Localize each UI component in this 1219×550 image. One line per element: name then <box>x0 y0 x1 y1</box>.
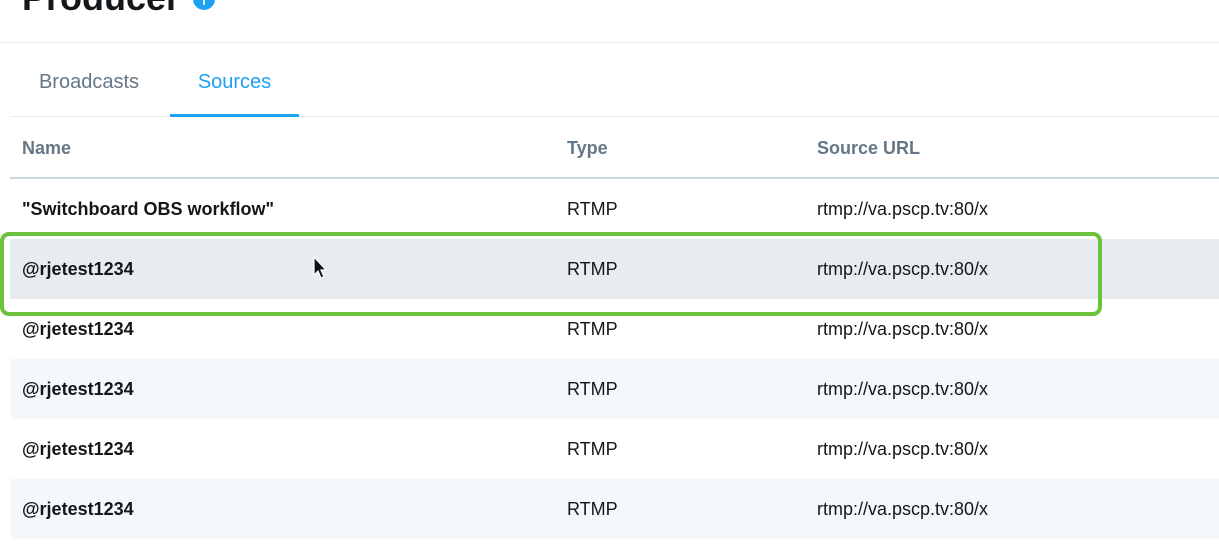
info-icon[interactable]: i <box>193 0 215 10</box>
table-body: "Switchboard OBS workflow" RTMP rtmp://v… <box>10 179 1219 539</box>
table-row[interactable]: "Switchboard OBS workflow" RTMP rtmp://v… <box>10 179 1219 239</box>
source-type: RTMP <box>567 259 618 279</box>
source-url: rtmp://va.pscp.tv:80/x <box>817 499 989 519</box>
source-type: RTMP <box>567 199 618 219</box>
source-name: @rjetest1234 <box>22 439 134 459</box>
source-name: @rjetest1234 <box>22 499 134 519</box>
table-row[interactable]: @rjetest1234 RTMP rtmp://va.pscp.tv:80/x <box>10 239 1219 299</box>
source-type: RTMP <box>567 319 618 339</box>
mouse-cursor-icon <box>313 256 327 279</box>
source-url: rtmp://va.pscp.tv:80/x <box>817 379 989 399</box>
source-name: @rjetest1234 <box>22 319 134 339</box>
source-url: rtmp://va.pscp.tv:80/x <box>817 199 989 219</box>
source-name: "Switchboard OBS workflow" <box>22 199 275 219</box>
source-name: @rjetest1234 <box>22 259 134 279</box>
source-type: RTMP <box>567 439 618 459</box>
table-header: Name Type Source URL <box>10 117 1219 179</box>
column-header-type[interactable]: Type <box>567 117 608 179</box>
source-type: RTMP <box>567 379 618 399</box>
tab-broadcasts[interactable]: Broadcasts <box>10 43 168 116</box>
table-row[interactable]: @rjetest1234 RTMP rtmp://va.pscp.tv:80/x <box>10 299 1219 359</box>
column-header-source-url[interactable]: Source URL <box>817 117 920 179</box>
sources-table: Name Type Source URL "Switchboard OBS wo… <box>10 117 1219 539</box>
source-url: rtmp://va.pscp.tv:80/x <box>817 439 989 459</box>
source-url: rtmp://va.pscp.tv:80/x <box>817 319 989 339</box>
tab-sources[interactable]: Sources <box>170 43 299 117</box>
producer-page: Producer i Broadcasts Sources Name Type … <box>0 0 1219 550</box>
source-type: RTMP <box>567 499 618 519</box>
source-name: @rjetest1234 <box>22 379 134 399</box>
source-url: rtmp://va.pscp.tv:80/x <box>817 259 989 279</box>
table-row[interactable]: @rjetest1234 RTMP rtmp://va.pscp.tv:80/x <box>10 419 1219 479</box>
table-row[interactable]: @rjetest1234 RTMP rtmp://va.pscp.tv:80/x <box>10 359 1219 419</box>
column-header-name[interactable]: Name <box>22 117 71 179</box>
table-row[interactable]: @rjetest1234 RTMP rtmp://va.pscp.tv:80/x <box>10 479 1219 539</box>
tab-bar: Broadcasts Sources <box>10 43 1219 117</box>
page-title: Producer <box>22 0 180 18</box>
page-header: Producer i <box>0 0 1219 43</box>
